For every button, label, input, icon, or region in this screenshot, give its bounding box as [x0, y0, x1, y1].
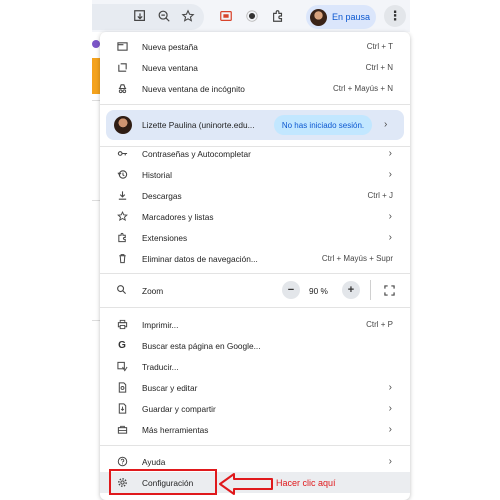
page-divider: [92, 200, 100, 201]
toolbox-icon: [116, 424, 128, 436]
profile-status-label: En pausa: [332, 12, 371, 22]
menu-item-new-window[interactable]: Nueva ventana Ctrl + N: [100, 57, 410, 78]
menu-item-label: Extensiones: [142, 232, 188, 243]
zoom-magnifier-icon: [116, 284, 127, 297]
menu-item-label: Traducir...: [142, 361, 179, 372]
zoom-row: Zoom − 90 % +: [100, 278, 410, 302]
zoom-value: 90 %: [309, 286, 328, 296]
highlight-box: [109, 469, 217, 495]
cast-icon[interactable]: [218, 8, 234, 24]
menu-separator: [100, 445, 410, 446]
menu-item-label: Historial: [142, 169, 172, 180]
new-tab-icon: [116, 41, 128, 53]
menu-item-more-tools[interactable]: Más herramientas ›: [100, 419, 410, 440]
zoom-label: Zoom: [142, 286, 164, 296]
zoom-in-button[interactable]: +: [342, 281, 360, 299]
chevron-right-icon: ›: [388, 169, 392, 180]
install-icon[interactable]: [132, 8, 148, 24]
left-arrow-icon: [219, 473, 273, 495]
chevron-right-icon: ›: [388, 456, 392, 467]
menu-item-label: Eliminar datos de navegación...: [142, 253, 258, 264]
profile-paused-button[interactable]: En pausa: [306, 5, 376, 29]
save-share-icon: [116, 403, 128, 415]
zoom-icon[interactable]: [156, 8, 172, 24]
menu-item-label: Imprimir...: [142, 319, 179, 330]
menu-item-shortcut: Ctrl + N: [365, 63, 393, 72]
fullscreen-icon[interactable]: [382, 283, 396, 297]
menu-item-label: Contraseñas y Autocompletar: [142, 148, 251, 159]
chevron-right-icon: ›: [388, 424, 392, 435]
menu-item-label: Guardar y compartir: [142, 403, 216, 414]
menu-item-bookmarks[interactable]: Marcadores y listas ›: [100, 206, 410, 227]
menu-item-extensions[interactable]: Extensiones ›: [100, 227, 410, 248]
find-edit-icon: [116, 382, 128, 394]
menu-separator: [100, 307, 410, 308]
menu-item-history[interactable]: Historial ›: [100, 164, 410, 185]
page-logo-fragment: [92, 40, 100, 48]
sign-in-status-badge[interactable]: No has iniciado sesión.: [274, 115, 372, 135]
help-icon: [116, 456, 128, 468]
menu-item-save-share[interactable]: Guardar y compartir ›: [100, 398, 410, 419]
menu-item-incognito[interactable]: Nueva ventana de incógnito Ctrl + Mayús …: [100, 78, 410, 99]
printer-icon: [116, 319, 128, 331]
profile-name: Lizette Paulina (uninorte.edu...: [142, 120, 255, 130]
menu-item-shortcut: Ctrl + Mayús + Supr: [321, 254, 393, 263]
zoom-out-button[interactable]: −: [282, 281, 300, 299]
menu-item-shortcut: Ctrl + P: [366, 320, 393, 329]
menu-item-shortcut: Ctrl + Mayús + N: [332, 84, 393, 93]
kebab-icon: ⋮: [388, 8, 402, 23]
menu-item-label: Buscar esta página en Google...: [142, 340, 261, 351]
menu-item-label: Más herramientas: [142, 424, 209, 435]
chevron-right-icon: ›: [384, 119, 388, 130]
page-divider: [92, 100, 100, 101]
menu-item-label: Nueva ventana: [142, 62, 198, 73]
page-banner-fragment: [92, 58, 100, 94]
avatar: [310, 8, 327, 26]
menu-item-label: Buscar y editar: [142, 382, 198, 393]
menu-item-shortcut: Ctrl + J: [367, 191, 393, 200]
menu-separator: [100, 104, 410, 105]
download-icon: [116, 190, 128, 202]
menu-item-label: Descargas: [142, 190, 182, 201]
menu-item-passwords[interactable]: Contraseñas y Autocompletar ›: [100, 143, 410, 164]
chrome-menu: Nueva pestaña Ctrl + T Nueva ventana Ctr…: [100, 32, 410, 500]
extensions-icon[interactable]: [270, 8, 286, 24]
star-icon: [116, 211, 128, 223]
annotation-label: Hacer clic aquí: [276, 478, 336, 488]
avatar: [114, 116, 132, 134]
chrome-menu-button[interactable]: ⋮: [384, 5, 406, 27]
chevron-right-icon: ›: [388, 211, 392, 222]
new-window-icon: [116, 62, 128, 74]
profile-row[interactable]: Lizette Paulina (uninorte.edu... No has …: [106, 110, 404, 140]
chevron-right-icon: ›: [388, 382, 392, 393]
history-icon: [116, 169, 128, 181]
bookmark-star-icon[interactable]: [180, 8, 196, 24]
chevron-right-icon: ›: [388, 232, 392, 243]
menu-item-translate[interactable]: Traducir...: [100, 356, 410, 377]
menu-item-label: Nueva pestaña: [142, 41, 198, 52]
menu-item-downloads[interactable]: Descargas Ctrl + J: [100, 185, 410, 206]
google-g-icon: G: [118, 340, 126, 351]
menu-item-clear-data[interactable]: Eliminar datos de navegación... Ctrl + M…: [100, 248, 410, 269]
menu-item-new-tab[interactable]: Nueva pestaña Ctrl + T: [100, 36, 410, 57]
menu-item-shortcut: Ctrl + T: [366, 42, 393, 51]
chevron-right-icon: ›: [388, 148, 392, 159]
incognito-icon: [116, 83, 128, 95]
menu-item-find-edit[interactable]: Buscar y editar ›: [100, 377, 410, 398]
menu-item-label: Nueva ventana de incógnito: [142, 83, 245, 94]
menu-separator: [100, 273, 410, 274]
chevron-right-icon: ›: [388, 403, 392, 414]
menu-item-print[interactable]: Imprimir... Ctrl + P: [100, 314, 410, 335]
menu-item-search-google[interactable]: G Buscar esta página en Google...: [100, 335, 410, 356]
menu-item-label: Marcadores y listas: [142, 211, 214, 222]
translate-icon: [116, 361, 128, 373]
key-icon: [116, 148, 128, 160]
trash-icon: [116, 253, 128, 265]
zoom-divider: [370, 280, 371, 300]
record-icon[interactable]: [244, 8, 260, 24]
menu-item-label: Ayuda: [142, 456, 166, 467]
puzzle-icon: [116, 232, 128, 244]
page-divider: [92, 320, 100, 321]
